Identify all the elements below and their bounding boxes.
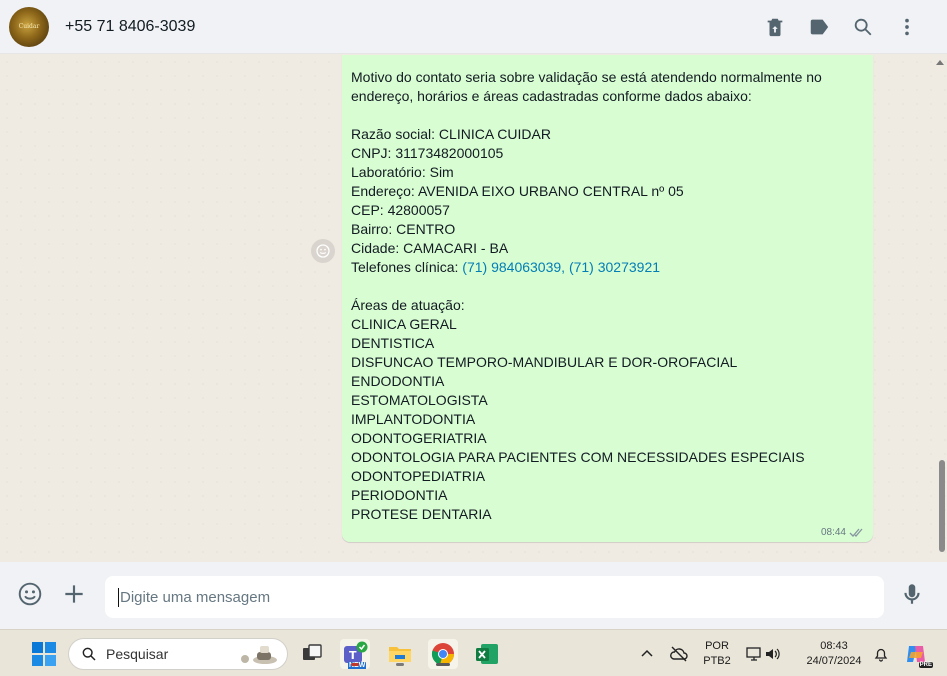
message-line: Cidade: CAMACARI - BA — [351, 240, 509, 256]
svg-text:T: T — [349, 649, 357, 662]
scroll-thumb[interactable] — [939, 460, 945, 552]
message-line: ODONTOLOGIA PARA PACIENTES COM NECESSIDA… — [351, 449, 805, 465]
menu-button[interactable] — [885, 7, 929, 47]
chat-header: Cuidar +55 71 8406-3039 — [0, 0, 947, 54]
voice-button[interactable] — [898, 580, 926, 608]
message-line: PERIODONTIA — [351, 487, 448, 503]
task-view-icon — [303, 644, 322, 660]
start-button[interactable] — [29, 639, 59, 669]
message-line: ODONTOPEDIATRIA — [351, 468, 486, 484]
message-line: CNPJ: 31173482000105 — [351, 145, 504, 161]
clock-date: 24/07/2024 — [806, 655, 862, 667]
composer-bar: Digite uma mensagem — [0, 562, 947, 629]
phones-label: Telefones clínica: — [351, 259, 463, 275]
copilot-badge: PRE — [918, 662, 933, 668]
outgoing-message[interactable]: Motivo do contato seria sobre validação … — [342, 55, 873, 542]
taskbar-file-explorer[interactable] — [385, 639, 415, 669]
volume-icon — [766, 648, 780, 660]
windows-taskbar: Pesquisar T NEW POR PTB2 08:43 24/07/202… — [0, 629, 947, 676]
message-line: Laboratório: Sim — [351, 164, 454, 180]
search-icon — [82, 647, 96, 661]
header-actions — [753, 0, 929, 54]
chat-scrollbar[interactable] — [936, 55, 945, 562]
onedrive-button[interactable] — [664, 639, 694, 669]
clock-time: 08:43 — [820, 640, 848, 652]
menu-icon — [905, 18, 909, 36]
phones-link[interactable]: (71) 984063039, (71) 30273921 — [462, 259, 660, 275]
taskbar-teams[interactable]: T NEW — [340, 639, 370, 669]
attach-button[interactable] — [60, 580, 88, 608]
show-hidden-icons-button[interactable] — [632, 639, 662, 669]
network-volume-button[interactable] — [740, 639, 786, 669]
message-line: Motivo do contato seria sobre validação … — [351, 69, 822, 85]
search-button[interactable] — [841, 7, 885, 47]
label-button[interactable] — [797, 7, 841, 47]
message-line — [351, 106, 864, 125]
message-input-placeholder: Digite uma mensagem — [120, 588, 271, 606]
language-code: POR — [705, 640, 729, 652]
keyboard-layout: PTB2 — [703, 655, 731, 667]
message-time: 08:44 — [820, 527, 846, 538]
notifications-button[interactable] — [866, 639, 896, 669]
message-line: CLINICA GERAL — [351, 316, 457, 332]
label-icon — [810, 19, 829, 35]
contact-name[interactable]: +55 71 8406-3039 — [65, 18, 195, 36]
taskbar-excel[interactable] — [472, 639, 502, 669]
taskbar-search[interactable]: Pesquisar — [68, 638, 288, 670]
text-caret — [118, 587, 119, 607]
search-icon — [854, 18, 872, 36]
reaction-button[interactable] — [311, 239, 335, 263]
delete-button[interactable] — [753, 7, 797, 47]
message-phones-line: Telefones clínica: (71) 984063039, (71) … — [351, 258, 864, 277]
taskbar-chrome[interactable] — [428, 639, 458, 669]
contact-avatar[interactable]: Cuidar — [9, 6, 49, 47]
message-line: ENDODONTIA — [351, 373, 445, 389]
copilot-button[interactable]: PRE — [901, 639, 933, 669]
emoji-icon — [316, 244, 330, 258]
scroll-up-arrow-icon[interactable] — [936, 60, 944, 65]
chevron-up-icon — [641, 649, 653, 657]
double-check-icon — [849, 528, 863, 537]
windows-logo-icon — [32, 642, 56, 666]
message-line: ODONTOGERIATRIA — [351, 430, 487, 446]
cloud-offline-icon — [670, 646, 688, 662]
message-meta: 08:44 — [821, 527, 865, 538]
message-line: Áreas de atuação: — [351, 297, 465, 313]
message-line: Endereço: AVENIDA EIXO URBANO CENTRAL nº… — [351, 183, 684, 199]
message-line: endereço, horários e áreas cadastradas c… — [351, 88, 752, 104]
message-line: DENTISTICA — [351, 335, 435, 351]
chat-panel[interactable]: Motivo do contato seria sobre validação … — [0, 55, 947, 562]
network-icon — [746, 647, 761, 661]
message-line: Bairro: CENTRO — [351, 221, 456, 237]
message-line — [351, 277, 864, 296]
message-line: DISFUNCAO TEMPORO-MANDIBULAR E DOR-OROFA… — [351, 354, 738, 370]
emoji-icon — [18, 582, 42, 606]
system-clock[interactable]: 08:43 24/07/2024 — [800, 639, 868, 669]
bell-icon — [874, 648, 888, 662]
input-language[interactable]: POR PTB2 — [700, 639, 734, 669]
message-line: PROTESE DENTARIA — [351, 506, 492, 522]
plus-icon — [65, 585, 83, 603]
message-line: IMPLANTODONTIA — [351, 411, 476, 427]
search-highlight-icon — [241, 646, 277, 664]
taskbar-search-placeholder: Pesquisar — [106, 646, 169, 662]
app-running-indicator — [396, 663, 404, 666]
message-line: Razão social: CLINICA CUIDAR — [351, 126, 551, 142]
avatar-logo-text: Cuidar — [18, 23, 40, 30]
message-line: CEP: 42800057 — [351, 202, 450, 218]
emoji-button[interactable] — [16, 580, 44, 608]
microphone-icon — [904, 584, 920, 604]
app-active-indicator — [436, 663, 450, 666]
task-view-button[interactable] — [297, 639, 327, 669]
message-input[interactable]: Digite uma mensagem — [105, 576, 884, 618]
app-running-indicator — [351, 663, 359, 666]
delete-icon — [767, 18, 783, 37]
message-line: ESTOMATOLOGISTA — [351, 392, 488, 408]
excel-icon — [476, 644, 498, 664]
